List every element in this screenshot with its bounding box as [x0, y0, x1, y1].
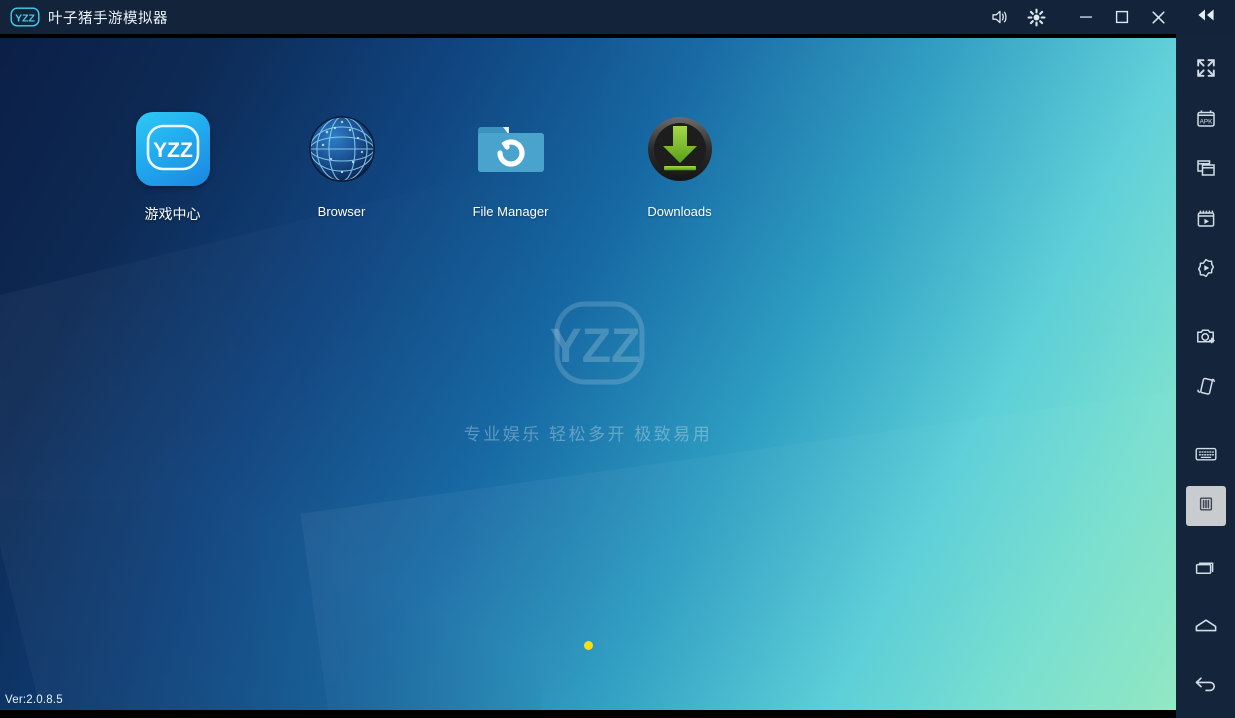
svg-text:APK: APK — [1199, 118, 1213, 125]
app-icon-game-center[interactable]: YZZ 游戏中心 — [88, 110, 257, 224]
app-grid: YZZ 游戏中心 Browser File Manager Downloads — [88, 110, 764, 224]
desktop-watermark: YZZ 专业娱乐 轻松多开 极致易用 — [0, 300, 1176, 445]
close-button[interactable] — [1140, 0, 1176, 34]
volume-panel-button[interactable] — [1185, 486, 1226, 526]
recents-button[interactable] — [1186, 550, 1226, 590]
app-label: File Manager — [472, 204, 549, 219]
yzz-logo-icon: YZZ — [10, 7, 40, 27]
file-manager-folder-icon — [472, 110, 550, 188]
svg-text:YZZ: YZZ — [153, 139, 193, 162]
watermark-yzz-logo-icon: YZZ — [550, 301, 645, 385]
gear-play-icon — [1195, 257, 1217, 284]
version-label: Ver:2.0.8.5 — [5, 694, 63, 706]
shake-rotate-button[interactable] — [1186, 368, 1226, 408]
minimize-button[interactable] — [1068, 0, 1104, 34]
yzz-game-center-icon: YZZ — [134, 110, 212, 188]
camera-plus-icon — [1195, 325, 1217, 352]
screen-bottom-bar — [0, 710, 1176, 718]
page-dot-active[interactable] — [583, 641, 593, 650]
title-bar: YZZ 叶子猪手游模拟器 — [0, 0, 1176, 34]
video-clapper-icon — [1195, 207, 1217, 234]
apk-package-icon: APK — [1195, 107, 1217, 134]
screenshot-button[interactable] — [1186, 318, 1226, 358]
keyboard-icon — [1194, 444, 1218, 469]
page-indicator[interactable] — [0, 641, 1176, 650]
collapse-sidebar-button[interactable] — [1176, 0, 1235, 34]
back-button[interactable] — [1186, 666, 1226, 706]
app-label: 游戏中心 — [144, 206, 201, 222]
app-label: Downloads — [647, 204, 712, 219]
watermark-tagline: 专业娱乐 轻松多开 极致易用 — [463, 425, 713, 444]
back-arrow-icon — [1193, 674, 1219, 699]
downloads-arrow-icon — [641, 110, 719, 188]
home-icon — [1193, 617, 1219, 640]
install-apk-button[interactable]: APK — [1186, 100, 1226, 140]
toolbar-buttons: APK — [1176, 38, 1235, 718]
volume-slider-icon — [1196, 495, 1216, 518]
fullscreen-expand-icon — [1195, 57, 1217, 84]
emulator-window: YZZ 叶子猪手游模拟器 YZZ 专业娱乐 轻松多开 极致易用 YZZ 游戏中心… — [0, 0, 1235, 718]
screen-record-button[interactable] — [1186, 200, 1226, 240]
bg-facet-4 — [0, 500, 541, 718]
virtual-keyboard-button[interactable] — [1186, 436, 1226, 476]
phone-shake-icon — [1195, 375, 1217, 402]
volume-button[interactable] — [982, 0, 1018, 34]
maximize-button[interactable] — [1104, 0, 1140, 34]
app-label: Browser — [317, 204, 366, 219]
multi-instance-button[interactable] — [1186, 150, 1226, 190]
android-screen[interactable]: YZZ 专业娱乐 轻松多开 极致易用 YZZ 游戏中心 Browser File… — [0, 38, 1176, 718]
home-button[interactable] — [1186, 608, 1226, 648]
operation-settings-button[interactable] — [1186, 250, 1226, 290]
app-icon-browser[interactable]: Browser — [257, 110, 426, 224]
app-icon-downloads[interactable]: Downloads — [595, 110, 764, 224]
right-toolbar: APK — [1176, 0, 1235, 718]
recents-icon — [1194, 558, 1218, 583]
windows-stack-icon — [1195, 157, 1217, 184]
fullscreen-button[interactable] — [1186, 50, 1226, 90]
double-chevron-left-icon — [1195, 8, 1217, 27]
svg-text:YZZ: YZZ — [550, 320, 641, 373]
bg-facet-3 — [300, 382, 1176, 718]
app-icon-file-manager[interactable]: File Manager — [426, 110, 595, 224]
browser-globe-icon — [303, 110, 381, 188]
settings-button[interactable] — [1018, 0, 1054, 34]
svg-text:YZZ: YZZ — [15, 13, 35, 25]
window-title: 叶子猪手游模拟器 — [48, 10, 168, 27]
